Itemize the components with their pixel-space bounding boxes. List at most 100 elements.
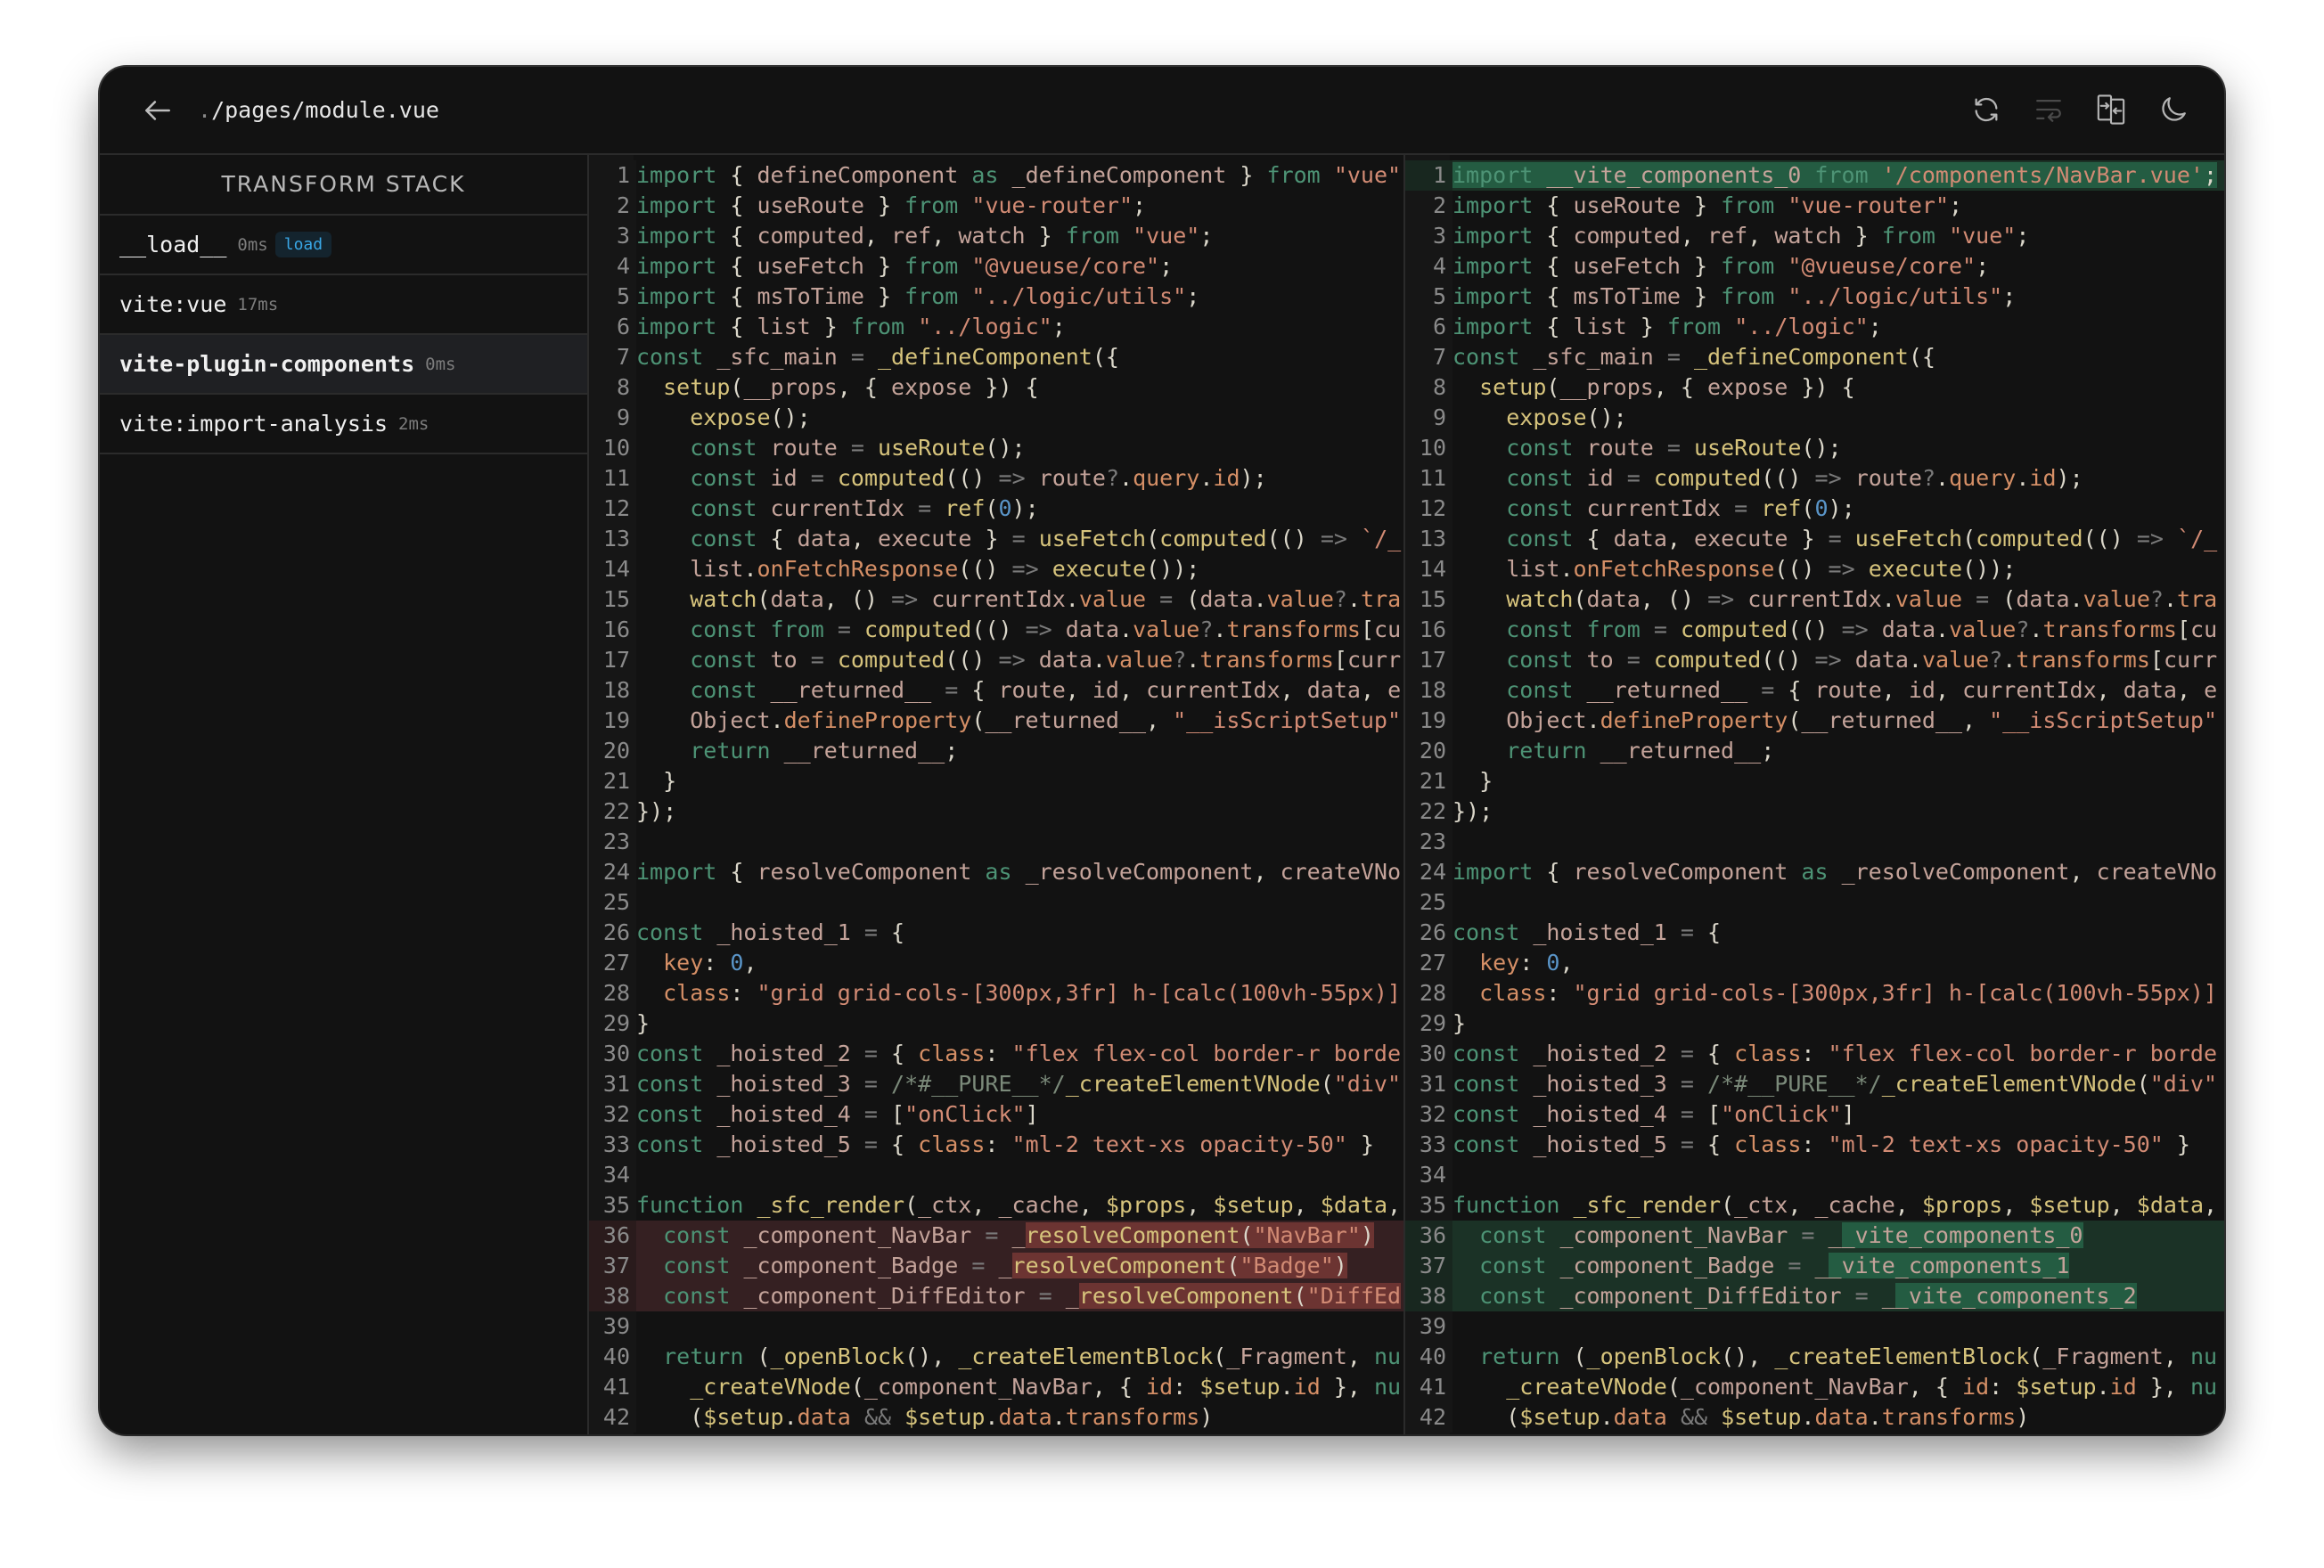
- code-token: }: [1452, 1010, 1467, 1036]
- code-token: ]: [1841, 1101, 1855, 1127]
- code-token: class: [663, 980, 731, 1006]
- code-token: }: [985, 374, 999, 400]
- line-number: 38: [589, 1281, 636, 1311]
- code-token: =: [863, 1071, 878, 1097]
- line-number: 14: [1405, 554, 1452, 584]
- code-token: Object: [690, 707, 771, 733]
- split-diff-button[interactable]: [2096, 92, 2126, 127]
- code-line-added: 1 import __vite_components_0 from '/compo…: [1405, 160, 2224, 191]
- code-token: data: [1881, 617, 1936, 642]
- code-token: ,: [971, 1192, 986, 1218]
- code-token: _: [1881, 1283, 1895, 1309]
- code-token: =: [1666, 435, 1681, 461]
- code-token: transforms: [2016, 647, 2150, 673]
- code-token: ,: [931, 223, 945, 249]
- code-token: ): [1976, 556, 1990, 582]
- line-text: const _component_NavBar = __vite_compone…: [1452, 1221, 2083, 1251]
- code-token: ;: [1841, 495, 1855, 521]
- code-token: data: [1814, 1404, 1869, 1430]
- sidebar-item-vite-import-analysis[interactable]: vite:import-analysis 2ms: [100, 395, 587, 454]
- line-text: import __vite_components_0 from '/compon…: [1452, 160, 2217, 191]
- code-panel-before[interactable]: 1 import { defineComponent as _defineComp…: [589, 155, 1405, 1434]
- code-token: "__isScriptSetup": [1989, 707, 2217, 733]
- code-token: value: [1133, 617, 1200, 642]
- code-line: 30 const _hoisted_2 = { class: "flex flex…: [1405, 1039, 2224, 1069]
- code-token: 0: [730, 950, 744, 976]
- code-token: (: [1506, 1404, 1520, 1430]
- wrap-lines-button[interactable]: [2034, 92, 2064, 127]
- code-token: 0: [1814, 495, 1829, 521]
- transform-time: 2ms: [398, 413, 430, 434]
- code-line: 6 import { list } from "../logic";: [1405, 312, 2224, 342]
- code-line: 14 list.onFetchResponse(() => execute())…: [589, 554, 1403, 584]
- code-token: ): [971, 465, 986, 491]
- line-text: import { list } from "../logic";: [636, 312, 1066, 342]
- code-token: "NavBar": [1253, 1222, 1361, 1248]
- sidebar-item-vite-plugin-components[interactable]: vite-plugin-components 0ms: [100, 335, 587, 395]
- code-token: .: [1600, 1404, 1614, 1430]
- code-token: import: [1452, 223, 1534, 249]
- code-token: import: [1452, 859, 1534, 885]
- code-token: const: [1506, 465, 1574, 491]
- code-line: 18 const __returned__ = { route, id, cur…: [589, 675, 1403, 706]
- code-token: execute: [878, 526, 972, 551]
- code-token: =: [837, 617, 851, 642]
- line-number: 24: [1405, 857, 1452, 887]
- code-line: 1 import { defineComponent as _defineComp…: [589, 160, 1403, 191]
- code-token: }: [985, 526, 999, 551]
- line-number: 19: [589, 706, 636, 736]
- code-line: 34: [1405, 1160, 2224, 1190]
- code-token: _: [998, 1253, 1012, 1278]
- code-token: ): [1734, 1343, 1748, 1369]
- line-text: expose();: [1452, 403, 1627, 433]
- code-panel-after[interactable]: 1 import __vite_components_0 from '/compo…: [1405, 155, 2224, 1434]
- code-token: list: [1573, 314, 1627, 339]
- code-line: 2 import { useRoute } from "vue-router";: [1405, 191, 2224, 221]
- code-token: {: [1546, 192, 1560, 218]
- line-text: });: [636, 796, 676, 827]
- code-token: curr: [1346, 647, 1402, 673]
- code-token: ): [1814, 617, 1829, 642]
- code-token: .: [2163, 586, 2178, 612]
- line-number: 29: [589, 1009, 636, 1039]
- diff-highlight: resolveComponent("DiffEd: [1078, 1283, 1402, 1309]
- code-token: {: [730, 223, 744, 249]
- line-number: 34: [1405, 1160, 1452, 1190]
- back-button[interactable]: [141, 94, 175, 127]
- code-line: 26 const _hoisted_1 = {: [589, 918, 1403, 948]
- code-token: ): [1680, 586, 1695, 612]
- sidebar-item-load[interactable]: __load__ 0ms load: [100, 216, 587, 275]
- code-token: ,: [1747, 1343, 1762, 1369]
- code-token: _component_NavBar: [1680, 1374, 1909, 1400]
- line-text: const id = computed(() => route?.query.i…: [636, 463, 1266, 494]
- code-token: {: [1546, 283, 1560, 309]
- code-line: 25: [1405, 887, 2224, 918]
- code-token: _Fragment: [2042, 1343, 2164, 1369]
- code-line: 15 watch(data, () => currentIdx.value = …: [1405, 584, 2224, 615]
- theme-toggle-button[interactable]: [2158, 92, 2189, 127]
- sidebar-item-vite-vue[interactable]: vite:vue 17ms: [100, 275, 587, 335]
- code-token: data: [1613, 526, 1667, 551]
- code-token: (: [1146, 556, 1160, 582]
- line-text: const from = computed(() => data.value?.…: [636, 615, 1401, 645]
- line-text: key: 0,: [636, 948, 757, 978]
- line-text: const _hoisted_1 = {: [636, 918, 904, 948]
- status-badge: load: [274, 232, 332, 257]
- line-number: 12: [1405, 494, 1452, 524]
- code-token: route: [998, 677, 1066, 703]
- code-token: value: [2083, 586, 2150, 612]
- refresh-button[interactable]: [1971, 92, 2001, 127]
- code-token: "@vueuse/core": [971, 253, 1160, 279]
- code-token: _hoisted_1: [716, 919, 851, 945]
- code-token: :: [1801, 1131, 1815, 1157]
- code-token: .: [1119, 465, 1133, 491]
- code-token: return: [663, 1343, 744, 1369]
- line-text: function _sfc_render(_ctx, _cache, $prop…: [636, 1190, 1401, 1221]
- code-token: ?: [2149, 586, 2164, 612]
- code-token: (: [1774, 556, 1788, 582]
- code-line: 5 import { msToTime } from "../logic/util…: [1405, 282, 2224, 312]
- code-token: data: [1613, 1404, 1667, 1430]
- code-token: =: [1038, 1283, 1052, 1309]
- code-token: ,: [1653, 374, 1667, 400]
- line-number: 15: [1405, 584, 1452, 615]
